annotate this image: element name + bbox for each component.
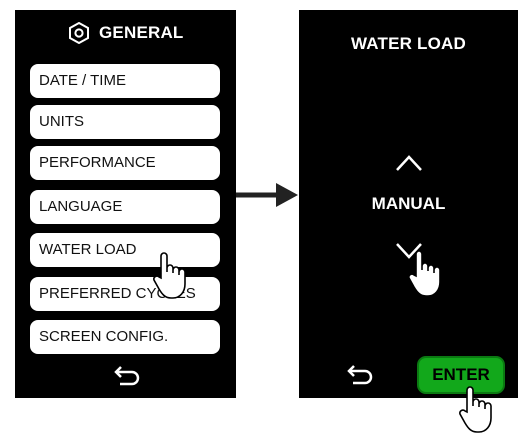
hand-pointer-icon — [153, 252, 186, 299]
gear-icon — [69, 22, 89, 44]
menu-item-units[interactable]: UNITS — [30, 105, 220, 139]
general-settings-screen: GENERAL DATE / TIME UNITS PERFORMANCE LA… — [15, 10, 236, 398]
screen-title: GENERAL — [99, 23, 184, 42]
back-arrow-icon[interactable] — [345, 365, 375, 385]
menu-item-label: UNITS — [39, 113, 84, 130]
menu-item-label: WATER LOAD — [39, 241, 137, 258]
back-arrow-icon[interactable] — [112, 366, 142, 386]
selected-value: MANUAL — [371, 194, 446, 213]
menu-item-date-time[interactable]: DATE / TIME — [30, 64, 220, 98]
menu-item-label: LANGUAGE — [39, 198, 123, 215]
menu-item-label: SCREEN CONFIG. — [39, 328, 169, 345]
hand-pointer-icon — [459, 386, 492, 433]
screen-title: WATER LOAD — [350, 34, 466, 53]
menu-item-language[interactable]: LANGUAGE — [30, 190, 220, 224]
right-arrow-icon — [236, 183, 298, 207]
menu-item-performance[interactable]: PERFORMANCE — [30, 146, 220, 180]
water-load-screen: WATER LOAD MANUAL ENTER — [299, 10, 518, 398]
hand-pointer-icon — [408, 250, 441, 297]
menu-item-label: PERFORMANCE — [39, 154, 156, 171]
chevron-up-icon[interactable] — [395, 154, 423, 172]
menu-item-label: DATE / TIME — [39, 72, 126, 89]
menu-item-screen-config[interactable]: SCREEN CONFIG. — [30, 320, 220, 354]
